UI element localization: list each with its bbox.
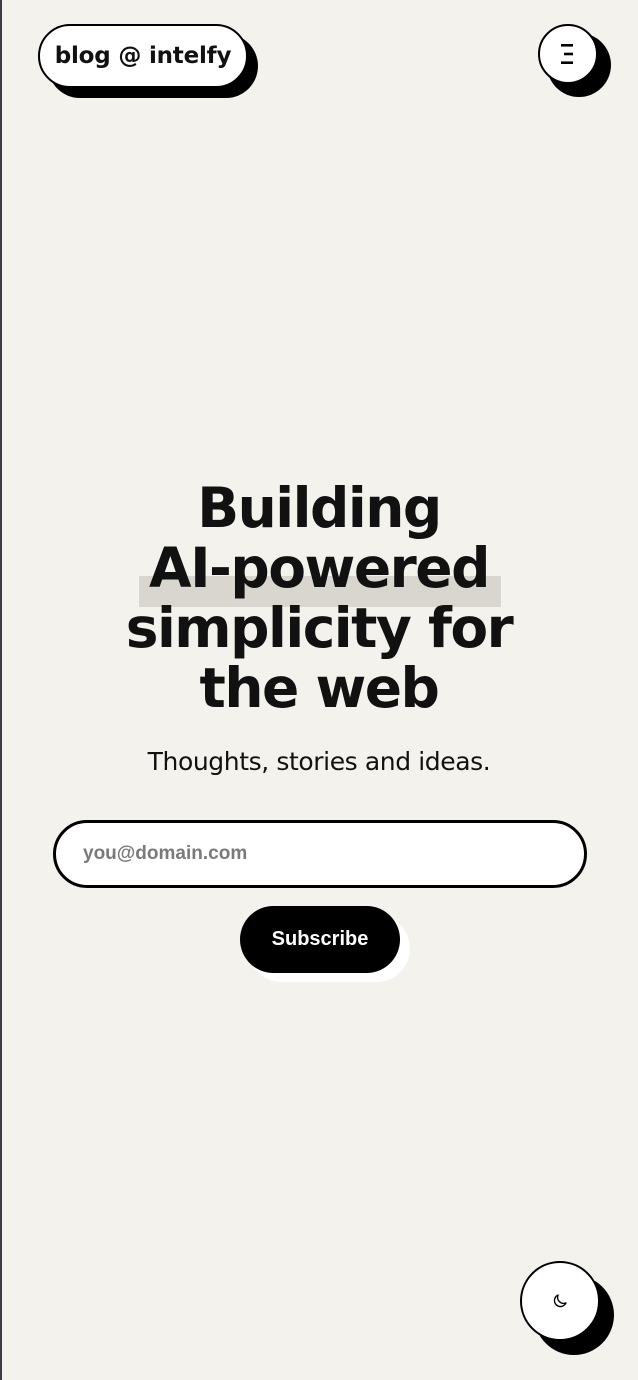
hero-title-line: the web xyxy=(199,656,440,720)
hero-title: Building AI-powered simplicity for the w… xyxy=(0,478,638,718)
hero-subtitle: Thoughts, stories and ideas. xyxy=(147,747,491,776)
theme-toggle-container xyxy=(520,1261,614,1357)
moon-icon xyxy=(553,1294,567,1308)
hero-title-line: AI-powered xyxy=(149,536,490,600)
theme-toggle-button[interactable] xyxy=(520,1261,600,1341)
menu-button[interactable] xyxy=(538,24,598,84)
email-field[interactable] xyxy=(53,820,587,888)
hero-title-line: Building xyxy=(197,476,442,540)
logo-container: blog @ intelfy xyxy=(38,24,258,98)
subscribe-button[interactable]: Subscribe xyxy=(240,906,400,973)
hamburger-menu-icon xyxy=(561,44,573,64)
hero-title-line: simplicity for xyxy=(125,596,514,660)
menu-container xyxy=(538,24,611,97)
logo-home-link[interactable]: blog @ intelfy xyxy=(38,24,248,88)
subscribe-container: Subscribe xyxy=(240,906,410,982)
